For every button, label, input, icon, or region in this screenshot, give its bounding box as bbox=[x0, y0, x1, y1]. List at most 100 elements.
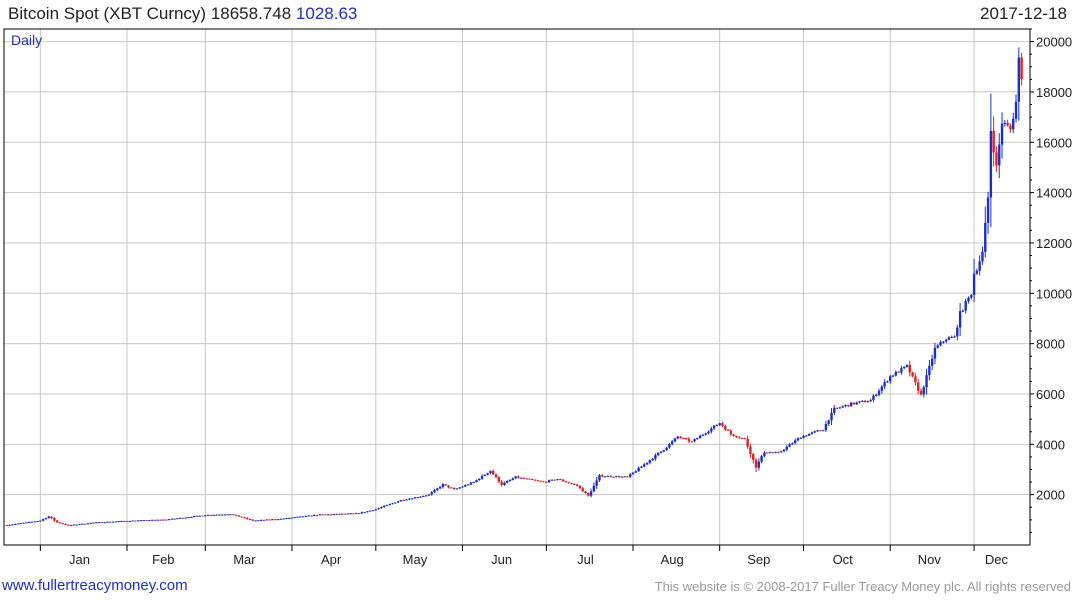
candle-body bbox=[50, 516, 53, 519]
candle-body bbox=[710, 428, 713, 432]
candle-body bbox=[206, 514, 210, 516]
candle-body bbox=[195, 515, 199, 517]
candle-body bbox=[676, 436, 679, 439]
candle-body bbox=[984, 222, 987, 252]
candle-body bbox=[170, 518, 173, 520]
candle-body bbox=[296, 516, 299, 518]
candle-body bbox=[307, 515, 310, 517]
candle-body bbox=[682, 437, 685, 439]
candle-body bbox=[1006, 122, 1009, 126]
candle-body bbox=[58, 522, 62, 524]
y-tick-label: 18000 bbox=[1036, 85, 1072, 100]
candle-body bbox=[75, 524, 78, 526]
candle-body bbox=[176, 518, 179, 520]
candle-body bbox=[556, 479, 559, 481]
candle-body bbox=[69, 525, 73, 527]
candle-body bbox=[33, 521, 36, 523]
candle-body bbox=[570, 483, 573, 485]
candle-body bbox=[251, 519, 255, 521]
candle-body bbox=[852, 402, 856, 405]
candle-body bbox=[651, 458, 654, 461]
candle-body bbox=[550, 479, 554, 481]
candle-body bbox=[483, 474, 487, 476]
candle-body bbox=[237, 515, 241, 517]
candle-body bbox=[349, 513, 352, 515]
candle-body bbox=[774, 452, 777, 454]
candle-body bbox=[847, 405, 850, 407]
candle-body bbox=[109, 521, 112, 523]
candle-body bbox=[145, 520, 148, 522]
candle-body bbox=[343, 513, 347, 515]
x-tick-label: Sep bbox=[747, 552, 770, 567]
candle-body bbox=[117, 521, 120, 523]
candle-body bbox=[844, 405, 847, 407]
candle-body bbox=[187, 517, 190, 519]
candle-body bbox=[61, 523, 64, 525]
candle-body bbox=[279, 518, 282, 520]
candle-body bbox=[262, 519, 266, 521]
candle-body bbox=[810, 432, 814, 434]
candle-body bbox=[383, 505, 386, 508]
x-tick-label: Jun bbox=[491, 552, 512, 567]
candle-body bbox=[863, 400, 867, 403]
candle-body bbox=[315, 514, 319, 516]
candle-body bbox=[791, 443, 794, 445]
candle-body bbox=[360, 512, 364, 514]
candle-body bbox=[925, 375, 928, 388]
candle-body bbox=[114, 521, 118, 523]
candle-body bbox=[584, 491, 587, 494]
candle-body bbox=[821, 430, 825, 432]
grid bbox=[4, 29, 1030, 545]
candle-body bbox=[410, 498, 414, 500]
candle-body bbox=[989, 130, 993, 198]
y-tick-label: 4000 bbox=[1036, 437, 1065, 452]
candle-body bbox=[83, 523, 87, 525]
candle-body bbox=[22, 522, 25, 524]
candle-body bbox=[1017, 57, 1021, 102]
candle-body bbox=[587, 493, 590, 496]
candle-body bbox=[729, 430, 733, 435]
site-link[interactable]: www.fullertreacymoney.com bbox=[2, 577, 188, 594]
candle-body bbox=[785, 446, 788, 450]
candle-body bbox=[626, 476, 629, 478]
candle-body bbox=[97, 522, 101, 524]
candle-body bbox=[441, 484, 445, 487]
candle-body bbox=[11, 524, 14, 526]
candle-body bbox=[673, 438, 677, 442]
candle-body bbox=[167, 519, 171, 521]
candle-body bbox=[615, 476, 618, 478]
candle-body bbox=[662, 450, 665, 452]
candle-body bbox=[301, 516, 305, 518]
candle-body bbox=[902, 366, 906, 369]
candle-body bbox=[223, 514, 227, 516]
candle-body bbox=[1009, 125, 1012, 130]
candle-body bbox=[634, 471, 638, 473]
candle-body bbox=[268, 519, 271, 521]
candle-body bbox=[391, 503, 394, 505]
y-tick-label: 12000 bbox=[1036, 236, 1072, 251]
y-tick-label: 8000 bbox=[1036, 337, 1065, 352]
candle-body bbox=[209, 514, 213, 516]
x-tick-label: Jul bbox=[577, 552, 594, 567]
candle-body bbox=[64, 523, 67, 525]
candle-body bbox=[981, 251, 984, 262]
candle-body bbox=[956, 327, 959, 337]
x-tick-label: Mar bbox=[233, 552, 256, 567]
candle-body bbox=[150, 519, 154, 521]
candle-body bbox=[36, 521, 39, 523]
candle-body bbox=[777, 452, 780, 454]
candle-body bbox=[511, 478, 515, 480]
candle-body bbox=[816, 430, 819, 432]
candle-body bbox=[16, 523, 20, 525]
candle-body bbox=[1014, 101, 1018, 119]
candle-body bbox=[313, 514, 316, 516]
candle-body bbox=[564, 481, 568, 483]
candle-body bbox=[841, 406, 844, 408]
candle-body bbox=[156, 519, 159, 521]
candle-body bbox=[995, 152, 998, 166]
candle-body bbox=[240, 516, 243, 518]
candle-body bbox=[198, 515, 201, 517]
candle-body bbox=[466, 484, 470, 486]
candle-body bbox=[539, 480, 542, 482]
candle-body bbox=[293, 517, 296, 519]
